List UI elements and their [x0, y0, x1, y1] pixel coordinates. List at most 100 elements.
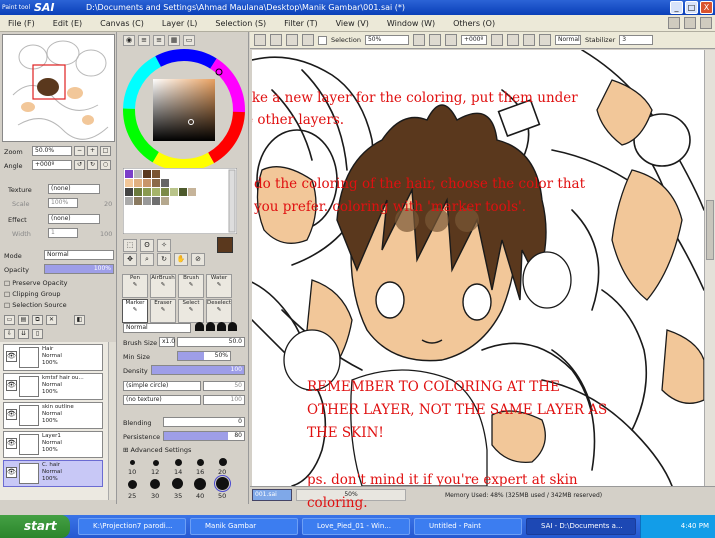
blending-slider[interactable]: 0: [163, 417, 245, 427]
shape-soft-icon[interactable]: [206, 322, 215, 331]
layer-row[interactable]: 👁 Hair Normal 100%: [3, 344, 103, 371]
zoom-out-button[interactable]: −: [74, 146, 85, 156]
new-layer-icon[interactable]: ▭: [4, 315, 15, 325]
drawing-canvas[interactable]: make a new layer for the coloring, put t…: [252, 50, 704, 486]
child-close-button[interactable]: [700, 17, 712, 29]
taskbar-item[interactable]: Manik Gambar: [190, 518, 298, 535]
transfer-down-icon[interactable]: ⇩: [4, 329, 15, 339]
size-preset-dot[interactable]: [197, 459, 204, 466]
width-value[interactable]: 1: [48, 228, 78, 238]
scratchpad-tab-icon[interactable]: ▭: [183, 35, 195, 46]
water-tool[interactable]: Water ✎: [206, 274, 232, 298]
size-preset-dot[interactable]: [153, 460, 159, 466]
swatches-tab-icon[interactable]: ▦: [168, 35, 180, 46]
rotate-reset-button[interactable]: ○: [100, 160, 111, 170]
size-preset-dot[interactable]: [130, 460, 135, 465]
visibility-eye-icon[interactable]: 👁: [6, 351, 17, 362]
taskbar-item[interactable]: K:\Projection7 parodi...: [78, 518, 186, 535]
layer-list-scrollbar[interactable]: [108, 342, 116, 500]
start-button[interactable]: start: [0, 515, 70, 538]
menu-layer[interactable]: Layer (L): [154, 19, 208, 28]
visibility-eye-icon[interactable]: 👁: [6, 438, 17, 449]
brush-shape-dropdown[interactable]: (simple circle): [123, 381, 201, 391]
lasso-icon[interactable]: ʘ: [140, 239, 154, 252]
persistence-slider[interactable]: 80: [163, 431, 245, 441]
taskbar-item[interactable]: Untitled - Paint: [414, 518, 522, 535]
visibility-eye-icon[interactable]: 👁: [6, 467, 17, 478]
size-preset-dot[interactable]: [175, 459, 182, 466]
scale-value[interactable]: 100%: [48, 198, 78, 208]
advanced-settings-toggle[interactable]: ⊞ Advanced Settings: [123, 446, 191, 454]
angle-value[interactable]: +000º: [32, 160, 72, 170]
canvas-mode-dropdown[interactable]: Normal: [554, 35, 581, 45]
clipping-group-checkbox[interactable]: □ Clipping Group: [4, 290, 61, 298]
canvas-vertical-scrollbar[interactable]: [704, 50, 715, 486]
undo-icon[interactable]: [254, 34, 266, 46]
brush-texture-dropdown[interactable]: (no texture): [123, 395, 201, 405]
invert-selection-icon[interactable]: [302, 34, 314, 46]
layer-row[interactable]: 👁 Layer1 Normal 100%: [3, 431, 103, 458]
child-restore-button[interactable]: [684, 17, 696, 29]
copy-layer-icon[interactable]: ⧉: [32, 315, 43, 325]
move-icon[interactable]: ✥: [123, 253, 137, 266]
hsv-slider-tab-icon[interactable]: ≡: [153, 35, 165, 46]
visibility-eye-icon[interactable]: 👁: [6, 380, 17, 391]
select-tool[interactable]: Select ✎: [178, 299, 204, 323]
layer-row-selected[interactable]: 👁 C. hair Normal 100%: [3, 460, 103, 487]
child-minimize-button[interactable]: [668, 17, 680, 29]
shape-round-icon[interactable]: [195, 322, 204, 331]
hand-icon[interactable]: ✋: [174, 253, 188, 266]
magic-wand-icon[interactable]: ✧: [157, 239, 171, 252]
zoom-fit-button[interactable]: □: [100, 146, 111, 156]
marker-tool[interactable]: Marker ✎: [122, 299, 148, 323]
layer-mask-icon[interactable]: ◧: [74, 315, 85, 325]
deselect-tool[interactable]: Deselect ✎: [206, 299, 232, 323]
color-wheel[interactable]: [123, 48, 245, 172]
canvas-zoom-dropdown[interactable]: 50%: [364, 35, 409, 45]
merge-down-icon[interactable]: ⇊: [18, 329, 29, 339]
rotate-left-icon[interactable]: [490, 34, 503, 46]
brush-size-multiplier[interactable]: x1.0: [159, 337, 175, 347]
menu-file[interactable]: File (F): [0, 19, 45, 28]
min-size-slider[interactable]: 50%: [177, 351, 231, 361]
eraser-tool[interactable]: Eraser ✎: [150, 299, 176, 323]
stabilizer-dropdown[interactable]: 3: [619, 35, 654, 45]
layer-mode-dropdown[interactable]: Normal: [44, 250, 114, 260]
rotate-icon[interactable]: ↻: [157, 253, 171, 266]
brush-texture-value[interactable]: 100: [203, 395, 245, 405]
clear-layer-icon[interactable]: ▯: [32, 329, 43, 339]
size-preset-dot[interactable]: [194, 478, 206, 490]
brush-shape-value[interactable]: 50: [203, 381, 245, 391]
zoom-out-icon[interactable]: [412, 34, 425, 46]
zoom-icon[interactable]: ⌕: [140, 253, 154, 266]
color-wheel-tab-icon[interactable]: ◉: [123, 35, 135, 46]
delete-layer-icon[interactable]: ✕: [46, 315, 57, 325]
shape-flat-icon[interactable]: [217, 322, 226, 331]
density-slider[interactable]: 100: [151, 365, 245, 375]
menu-edit[interactable]: Edit (E): [45, 19, 92, 28]
flip-icon[interactable]: [538, 34, 551, 46]
redo-icon[interactable]: [270, 34, 282, 46]
menu-others[interactable]: Others (O): [445, 19, 505, 28]
zoom-in-button[interactable]: +: [87, 146, 98, 156]
preserve-opacity-checkbox[interactable]: □ Preserve Opacity: [4, 279, 68, 287]
brush-tool[interactable]: Brush ✎: [178, 274, 204, 298]
rotate-right-icon[interactable]: [506, 34, 519, 46]
pen-tool[interactable]: Pen ✎: [122, 274, 148, 298]
size-preset-dot[interactable]: [150, 479, 160, 489]
close-button[interactable]: X: [700, 1, 713, 14]
color-swatches[interactable]: [123, 168, 237, 234]
menu-canvas[interactable]: Canvas (C): [92, 19, 154, 28]
minimize-button[interactable]: _: [670, 1, 683, 14]
maximize-button[interactable]: □: [685, 1, 698, 14]
canvas-angle-dropdown[interactable]: +000º: [460, 35, 487, 45]
scroll-thumb[interactable]: [706, 200, 714, 260]
rect-select-icon[interactable]: ⬚: [123, 239, 137, 252]
eyedropper-icon[interactable]: ⊘: [191, 253, 205, 266]
document-tab[interactable]: 001.sai: [252, 489, 292, 501]
brush-size-slider[interactable]: 50.0: [177, 337, 245, 347]
effect-dropdown[interactable]: (none): [48, 214, 100, 224]
layer-opacity-slider[interactable]: 100%: [44, 264, 114, 274]
rgb-slider-tab-icon[interactable]: ≡: [138, 35, 150, 46]
zoom-value[interactable]: 50.0%: [32, 146, 72, 156]
